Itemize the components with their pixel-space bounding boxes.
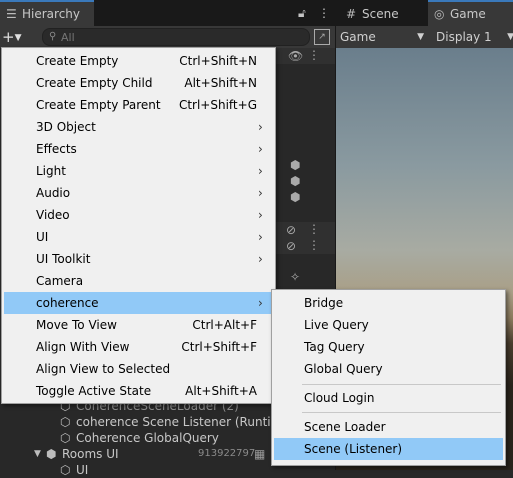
tab-game[interactable]: ◎ Game xyxy=(428,0,513,28)
hierarchy-list-icon: ☰ xyxy=(6,7,17,21)
submenu-item-cloud-login[interactable]: Cloud Login xyxy=(274,387,503,409)
hierarchy-toolbar: +▼ ⚲ ↗ xyxy=(0,26,336,49)
menu-item-camera[interactable]: Camera xyxy=(4,270,273,292)
menu-item-toggle-active-state[interactable]: Toggle Active State Alt+Shift+A xyxy=(4,380,273,402)
scene-grid-icon: # xyxy=(346,7,357,21)
menu-item-coherence[interactable]: coherence › xyxy=(4,292,273,314)
menu-item-light[interactable]: Light › xyxy=(4,160,273,182)
menu-item-move-to-view[interactable]: Move To View Ctrl+Alt+F xyxy=(4,314,273,336)
eye-icon[interactable]: 👁︎ xyxy=(288,49,303,63)
pin-icon: ✧ xyxy=(290,270,301,284)
gameobject-cube-icon: ⬡ xyxy=(60,463,71,477)
eye-hidden-icon[interactable]: ⊘ xyxy=(286,239,296,253)
menu-item-audio[interactable]: Audio › xyxy=(4,182,273,204)
submenu-item-bridge[interactable]: Bridge xyxy=(274,292,503,314)
menu-item-3d-object[interactable]: 3D Object › xyxy=(4,116,273,138)
chevron-right-icon: › xyxy=(258,230,263,244)
prefab-cube-icon: ⬢ xyxy=(290,190,301,204)
chevron-down-icon: ▼ xyxy=(14,33,22,43)
chevron-right-icon: › xyxy=(258,186,263,200)
tab-game-label: Game xyxy=(450,7,486,21)
tab-hierarchy[interactable]: ☰ Hierarchy xyxy=(0,0,94,28)
create-context-menu: Create Empty Ctrl+Shift+N Create Empty C… xyxy=(1,47,276,404)
search-input[interactable] xyxy=(61,29,291,45)
gameobject-cube-icon: ⬡ xyxy=(60,431,71,445)
chevron-right-icon: › xyxy=(258,208,263,222)
tab-hierarchy-label: Hierarchy xyxy=(22,7,81,21)
menu-separator xyxy=(302,384,501,385)
menu-item-align-with-view[interactable]: Align With View Ctrl+Shift+F xyxy=(4,336,273,358)
tab-scene[interactable]: # Scene xyxy=(340,2,407,26)
tab-scene-label: Scene xyxy=(362,7,399,21)
submenu-item-tag-query[interactable]: Tag Query xyxy=(274,336,503,358)
chevron-right-icon: › xyxy=(258,252,263,266)
chevron-down-icon: ▼ xyxy=(417,32,424,42)
chevron-right-icon: › xyxy=(258,120,263,134)
search-options-icon[interactable]: ↗ xyxy=(314,29,330,45)
gameobject-cube-icon: ⬡ xyxy=(60,415,71,429)
menu-item-create-empty-child[interactable]: Create Empty Child Alt+Shift+N xyxy=(4,72,273,94)
menu-item-align-view-to-selected[interactable]: Align View to Selected xyxy=(4,358,273,380)
visibility-row xyxy=(272,222,336,238)
menu-item-video[interactable]: Video › xyxy=(4,204,273,226)
lock-icon[interactable]: 🔓︎ xyxy=(298,0,306,26)
grid-icon: ▦ xyxy=(254,447,266,461)
view-select[interactable]: Game ▼ xyxy=(340,26,426,48)
chevron-right-icon: › xyxy=(258,296,263,310)
visibility-column xyxy=(272,48,336,64)
submenu-item-live-query[interactable]: Live Query xyxy=(274,314,503,336)
menu-item-create-empty-parent[interactable]: Create Empty Parent Ctrl+Shift+G xyxy=(4,94,273,116)
kebab-menu-icon[interactable]: ⋮ xyxy=(318,0,330,26)
menu-item-ui-toolkit[interactable]: UI Toolkit › xyxy=(4,248,273,270)
editor-tab-bar: ☰ Hierarchy 🔓︎ ⋮ # Scene ◎ Game xyxy=(0,0,513,28)
object-id: 913922797 xyxy=(198,448,256,459)
prefab-cube-icon: ⬢ xyxy=(290,174,301,188)
search-icon: ⚲ xyxy=(49,31,57,42)
display-select[interactable]: Display 1 ▼ xyxy=(436,26,513,48)
expand-arrow-icon[interactable]: ▼ xyxy=(34,446,41,462)
menu-item-effects[interactable]: Effects › xyxy=(4,138,273,160)
eye-hidden-icon[interactable]: ⊘ xyxy=(286,223,296,237)
search-field[interactable]: ⚲ xyxy=(42,28,310,46)
kebab-menu-icon[interactable]: ⋮ xyxy=(308,222,320,236)
menu-separator xyxy=(302,412,501,413)
kebab-menu-icon[interactable]: ⋮ xyxy=(308,238,320,252)
game-toolbar: Game ▼ Display 1 ▼ xyxy=(336,26,513,49)
prefab-cube-icon: ⬢ xyxy=(290,158,301,172)
plus-icon: + xyxy=(2,28,15,46)
menu-item-create-empty[interactable]: Create Empty Ctrl+Shift+N xyxy=(4,50,273,72)
kebab-menu-icon[interactable]: ⋮ xyxy=(308,48,320,62)
submenu-item-scene-listener[interactable]: Scene (Listener) xyxy=(274,438,503,460)
gamepad-icon: ◎ xyxy=(434,7,445,21)
add-dropdown-button[interactable]: +▼ xyxy=(2,28,34,46)
submenu-item-global-query[interactable]: Global Query xyxy=(274,358,503,380)
coherence-submenu: Bridge Live Query Tag Query Global Query… xyxy=(271,289,506,466)
submenu-item-scene-loader[interactable]: Scene Loader xyxy=(274,416,503,438)
menu-item-ui[interactable]: UI › xyxy=(4,226,273,248)
prefab-cube-icon: ⬢ xyxy=(46,447,57,461)
chevron-right-icon: › xyxy=(258,164,263,178)
chevron-down-icon: ▼ xyxy=(507,32,513,42)
chevron-right-icon: › xyxy=(258,142,263,156)
visibility-row xyxy=(272,238,336,254)
